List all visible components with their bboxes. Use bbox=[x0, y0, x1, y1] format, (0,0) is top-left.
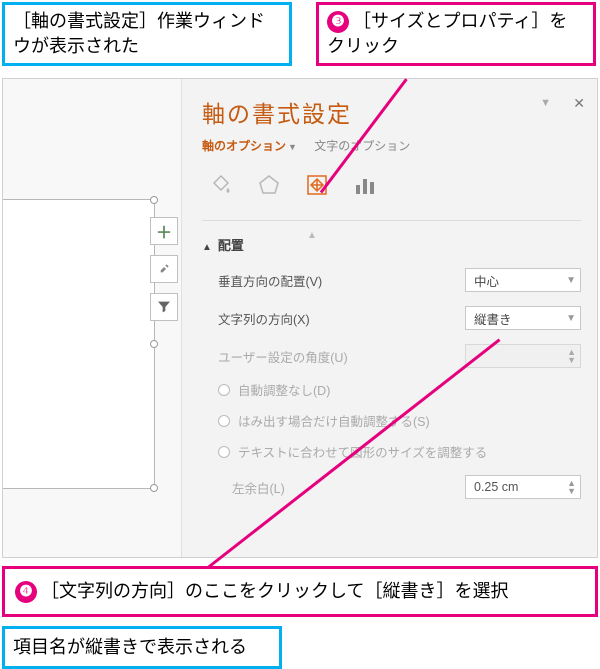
text-direction-label: 文字列の方向(X) bbox=[202, 309, 465, 328]
divider bbox=[202, 220, 581, 221]
spinner-icon: ▲▼ bbox=[567, 479, 576, 495]
funnel-icon bbox=[156, 299, 172, 315]
row-custom-angle: ユーザー設定の角度(U) ▲▼ bbox=[202, 344, 581, 368]
paint-bucket-icon bbox=[209, 173, 233, 197]
fill-line-tab[interactable] bbox=[208, 172, 234, 198]
chart-plus-button[interactable]: ＋ bbox=[150, 217, 178, 245]
callout-step4-text: ［文字列の方向］のここをクリックして［縦書き］を選択 bbox=[41, 581, 508, 601]
option-tabs: 軸のオプション▼ 文字のオプション bbox=[202, 137, 581, 154]
pane-category-icons bbox=[202, 172, 581, 198]
plus-icon: ＋ bbox=[156, 219, 172, 243]
callout-step3: ❸［サイズとプロパティ］をクリック bbox=[316, 2, 596, 66]
spinner-icon: ▲▼ bbox=[567, 348, 576, 364]
row-margin-left: 左余白(L) 0.25 cm ▲▼ bbox=[202, 475, 581, 499]
chevron-down-icon: ▼ bbox=[288, 142, 297, 152]
section-alignment[interactable]: ▲配置 bbox=[202, 235, 581, 254]
valign-combo[interactable]: 中心 ▼ bbox=[465, 268, 581, 292]
callout-result: 項目名が縦書きで表示される bbox=[2, 626, 282, 669]
callout-step4: ❹［文字列の方向］のここをクリックして［縦書き］を選択 bbox=[2, 566, 598, 617]
callout-result-text: 項目名が縦書きで表示される bbox=[13, 637, 247, 657]
tab-axis-options[interactable]: 軸のオプション▼ bbox=[202, 139, 300, 153]
resize-handle[interactable] bbox=[150, 484, 158, 492]
app-window: スマートフォンに替えたい ＋ 軸の書式設定 ▼ ✕ 軸のオプション▼ 文字のオプ… bbox=[2, 78, 598, 558]
chevron-down-icon: ▼ bbox=[566, 313, 576, 324]
step-number-4: ❹ bbox=[15, 581, 37, 603]
callout-displayed: ［軸の書式設定］作業ウィンドウが表示された bbox=[2, 2, 292, 66]
radio-no-autofit: 自動調整なし(D) bbox=[202, 380, 581, 399]
pane-options-menu[interactable]: ▼ bbox=[540, 97, 551, 109]
tab-text-options[interactable]: 文字のオプション bbox=[314, 139, 410, 153]
chart-object[interactable]: スマートフォンに替えたい bbox=[2, 199, 155, 489]
collapse-caret-icon: ▲ bbox=[202, 242, 212, 253]
chevron-down-icon: ▼ bbox=[566, 275, 576, 286]
resize-handle[interactable] bbox=[150, 196, 158, 204]
brush-icon bbox=[156, 261, 172, 277]
row-vertical-align: 垂直方向の配置(V) 中心 ▼ bbox=[202, 268, 581, 292]
margin-left-label: 左余白(L) bbox=[202, 478, 465, 497]
selected-tab-indicator: ▲ bbox=[307, 230, 317, 241]
close-pane-button[interactable]: ✕ bbox=[573, 95, 585, 112]
custom-angle-label: ユーザー設定の角度(U) bbox=[202, 347, 465, 366]
margin-left-field[interactable]: 0.25 cm ▲▼ bbox=[465, 475, 581, 499]
bar-chart-icon bbox=[353, 173, 377, 197]
radio-icon bbox=[218, 384, 230, 396]
chart-styles-button[interactable] bbox=[150, 255, 178, 283]
radio-icon bbox=[218, 446, 230, 458]
axis-options-tab[interactable] bbox=[352, 172, 378, 198]
valign-label: 垂直方向の配置(V) bbox=[202, 271, 465, 290]
callout-step3-text: ［サイズとプロパティ］をクリック bbox=[327, 11, 567, 56]
chart-filter-button[interactable] bbox=[150, 293, 178, 321]
resize-handle[interactable] bbox=[150, 340, 158, 348]
step-number-3: ❸ bbox=[327, 11, 349, 33]
custom-angle-spinner: ▲▼ bbox=[465, 344, 581, 368]
text-direction-combo[interactable]: 縦書き ▼ bbox=[465, 306, 581, 330]
pentagon-icon bbox=[257, 173, 281, 197]
format-axis-pane: 軸の書式設定 ▼ ✕ 軸のオプション▼ 文字のオプション ▲ bbox=[181, 79, 597, 557]
radio-resize-shape: テキストに合わせて図形のサイズを調整する bbox=[202, 442, 581, 461]
row-text-direction: 文字列の方向(X) 縦書き ▼ bbox=[202, 306, 581, 330]
callout-text: ［軸の書式設定］作業ウィンドウが表示された bbox=[13, 11, 265, 56]
effects-tab[interactable] bbox=[256, 172, 282, 198]
radio-icon bbox=[218, 415, 230, 427]
chart-canvas: スマートフォンに替えたい ＋ bbox=[3, 79, 181, 557]
